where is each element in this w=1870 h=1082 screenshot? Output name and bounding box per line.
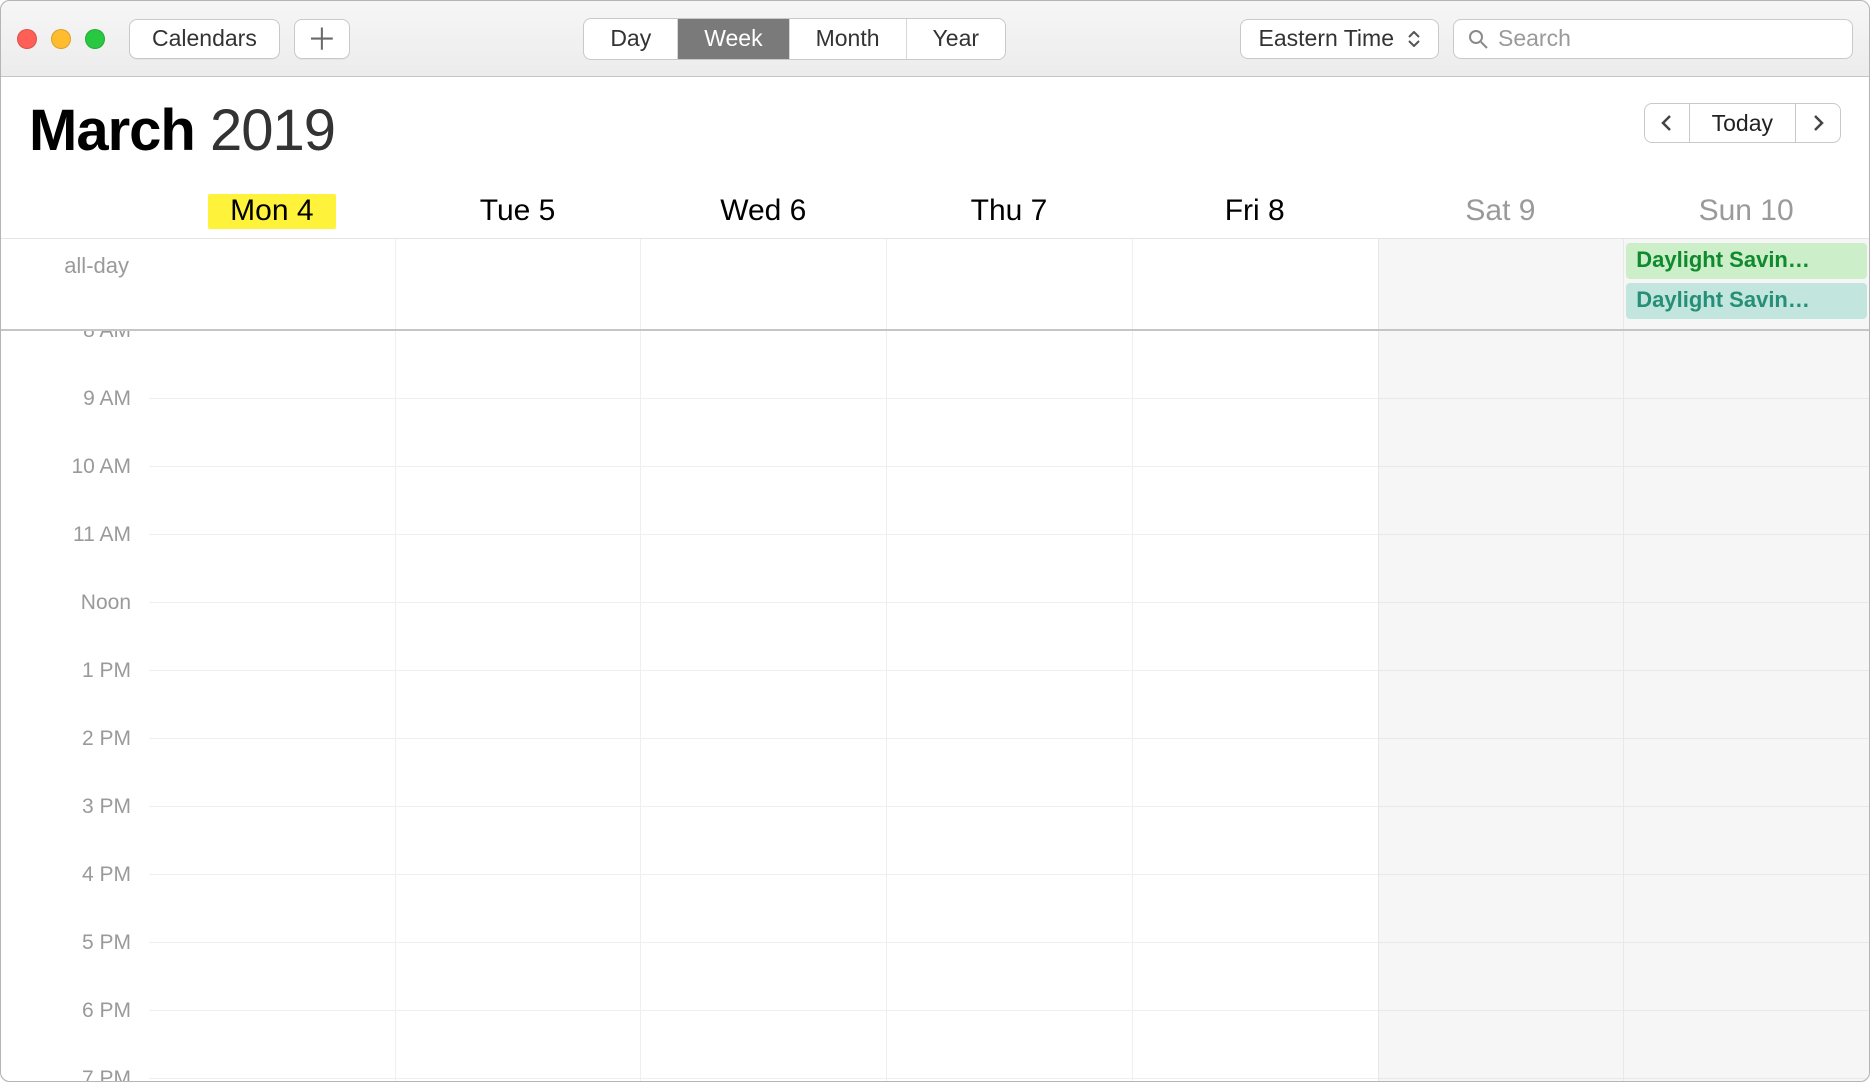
time-label: 11 AM [1,523,149,591]
all-day-cell[interactable] [886,239,1132,329]
search-field[interactable] [1453,19,1853,59]
nav-group: Today [1644,103,1841,143]
search-input[interactable] [1498,25,1838,52]
day-header: Thu 7 [886,194,1132,238]
timezone-picker[interactable]: Eastern Time [1240,19,1440,59]
chevron-left-icon [1660,114,1674,132]
time-axis: 8 AM 9 AM 10 AM 11 AM Noon 1 PM 2 PM 3 P… [1,331,149,1081]
day-column[interactable] [395,331,641,1081]
view-week-label: Week [704,25,762,52]
up-down-chevron-icon [1408,31,1420,47]
calendar-window: Calendars ＋ Day Week Month Year Eastern … [0,0,1870,1082]
day-header-label: Mon 4 [208,194,335,229]
minimize-window-button[interactable] [51,29,71,49]
plus-icon: ＋ [307,15,337,59]
day-header: Wed 6 [640,194,886,238]
toolbar: Calendars ＋ Day Week Month Year Eastern … [1,1,1869,77]
all-day-cell[interactable] [395,239,641,329]
title-year: 2019 [210,98,335,163]
all-day-event[interactable]: Daylight Savin… [1626,283,1867,319]
day-header: Fri 8 [1132,194,1378,238]
all-day-cell[interactable] [640,239,886,329]
view-day-label: Day [610,25,651,52]
time-label: 10 AM [1,455,149,523]
view-year-label: Year [933,25,979,52]
time-label: 5 PM [1,931,149,999]
all-day-cell[interactable] [149,239,395,329]
today-button[interactable]: Today [1690,103,1795,143]
time-label: 1 PM [1,659,149,727]
all-day-cell[interactable]: Daylight Savin… Daylight Savin… [1623,239,1869,329]
time-label: 7 PM [1,1067,149,1081]
day-header-label: Sat 9 [1465,194,1535,227]
event-title: Daylight Savin… [1636,287,1810,312]
day-column[interactable] [1378,331,1624,1081]
all-day-cell[interactable] [1378,239,1624,329]
next-week-button[interactable] [1795,103,1841,143]
zoom-window-button[interactable] [85,29,105,49]
day-header: Tue 5 [395,194,641,238]
view-segment: Day Week Month Year [583,18,1006,60]
calendars-button-label: Calendars [152,25,257,52]
all-day-label: all-day [1,239,149,329]
day-header: Sun 10 [1623,194,1869,238]
search-icon [1468,29,1488,49]
chevron-right-icon [1811,114,1825,132]
time-label: Noon [1,591,149,659]
add-event-button[interactable]: ＋ [294,19,350,59]
window-controls [17,29,105,49]
time-label: 3 PM [1,795,149,863]
time-label: 9 AM [1,387,149,455]
prev-week-button[interactable] [1644,103,1690,143]
day-column[interactable] [1623,331,1869,1081]
day-header-label: Fri 8 [1225,194,1285,227]
view-year[interactable]: Year [907,19,1005,59]
day-header-label: Sun 10 [1699,194,1794,227]
all-day-event[interactable]: Daylight Savin… [1626,243,1867,279]
time-label: 4 PM [1,863,149,931]
title-month: March [29,98,195,163]
day-column[interactable] [886,331,1132,1081]
day-column[interactable] [149,331,395,1081]
today-button-label: Today [1712,110,1773,137]
time-grid: 8 AM 9 AM 10 AM 11 AM Noon 1 PM 2 PM 3 P… [1,331,1869,1081]
view-week[interactable]: Week [678,19,789,59]
header-bar: March 2019 Today [1,77,1869,164]
view-month-label: Month [816,25,880,52]
day-header-label: Wed 6 [720,194,806,227]
calendars-button[interactable]: Calendars [129,19,280,59]
close-window-button[interactable] [17,29,37,49]
timezone-label: Eastern Time [1259,25,1395,52]
event-title: Daylight Savin… [1636,247,1810,272]
day-header: Mon 4 [149,194,395,238]
all-day-row: all-day Daylight Savin… Daylight Savin… [1,238,1869,331]
day-header-label: Thu 7 [971,194,1048,227]
day-header: Sat 9 [1378,194,1624,238]
page-title: March 2019 [29,97,335,164]
all-day-cell[interactable] [1132,239,1378,329]
view-day[interactable]: Day [584,19,678,59]
day-header-label: Tue 5 [480,194,556,227]
day-column[interactable] [640,331,886,1081]
day-column[interactable] [1132,331,1378,1081]
time-label: 2 PM [1,727,149,795]
time-label: 6 PM [1,999,149,1067]
time-label: 8 AM [1,331,149,387]
day-header-row: Mon 4 Tue 5 Wed 6 Thu 7 Fri 8 Sat 9 Sun … [1,194,1869,238]
view-month[interactable]: Month [790,19,907,59]
